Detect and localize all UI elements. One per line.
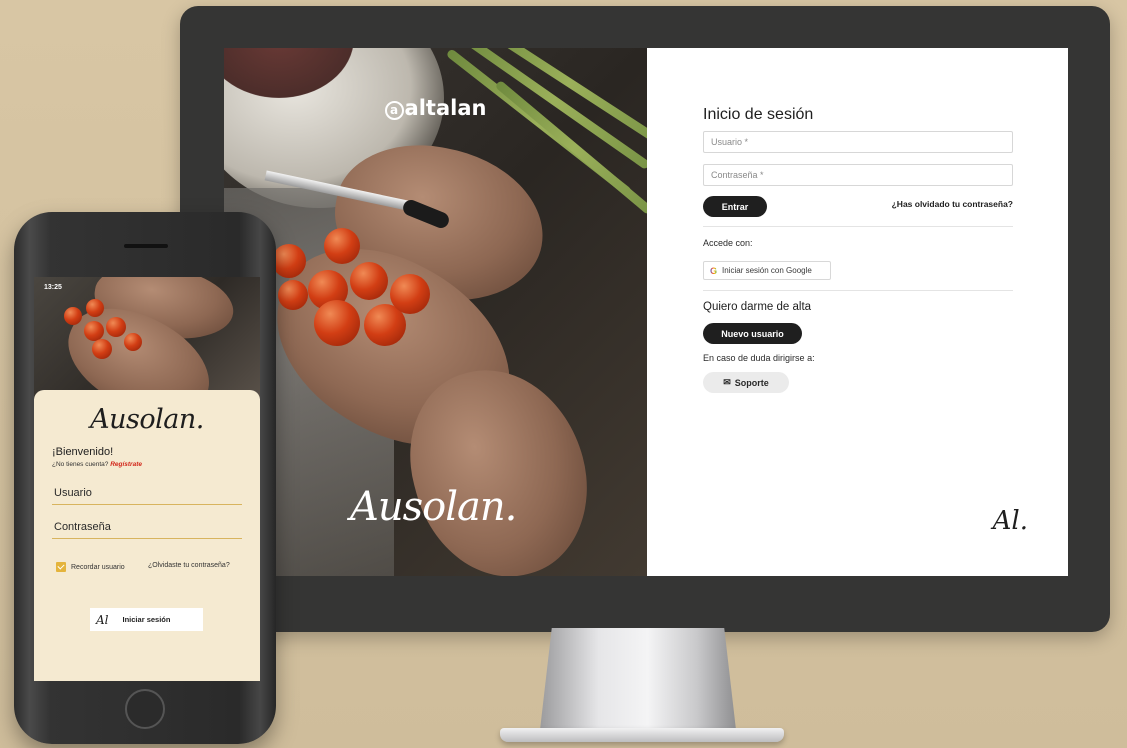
checkbox-icon[interactable] <box>56 562 66 572</box>
altalan-logo: a altalan <box>224 96 647 120</box>
remember-user-checkbox[interactable]: Recordar usuario <box>56 562 125 572</box>
support-hint-text: En caso de duda dirigirse a: <box>703 353 815 363</box>
password-field[interactable]: Contraseña <box>52 517 242 539</box>
phone-frame: 13:25 Ausolan. ¡Bienvenido! ¿No tienes c… <box>14 212 276 744</box>
username-field[interactable]: Usuario <box>52 483 242 505</box>
ausolan-logo: Ausolan. <box>350 484 517 530</box>
support-label: Soporte <box>734 377 769 388</box>
tomato-image <box>324 228 360 264</box>
phone-login-sheet: Ausolan. ¡Bienvenido! ¿No tienes cuenta?… <box>34 390 260 681</box>
monitor-stand <box>540 628 736 730</box>
status-time: 13:25 <box>44 284 62 291</box>
google-icon: G <box>710 265 718 276</box>
new-user-button[interactable]: Nuevo usuario <box>703 323 802 344</box>
monitor-stand-base <box>500 728 784 742</box>
password-input[interactable] <box>703 164 1013 186</box>
support-button[interactable]: ✉ Soporte <box>703 372 789 393</box>
ausolan-logo: Ausolan. <box>90 404 204 435</box>
login-title: Inicio de sesión <box>703 106 814 123</box>
no-account-text: ¿No tienes cuenta? Regístrate <box>52 461 142 468</box>
google-signin-label: Iniciar sesión con Google <box>722 266 812 275</box>
divider <box>703 290 1013 291</box>
monogram-icon: Al <box>96 612 109 627</box>
login-panel: Inicio de sesión Entrar ¿Has olvidado tu… <box>647 48 1068 576</box>
monogram-logo: Al. <box>992 506 1028 536</box>
mail-icon: ✉ <box>723 377 731 387</box>
phone-hero-photo: 13:25 <box>34 277 260 399</box>
divider <box>703 226 1013 227</box>
username-input[interactable] <box>703 131 1013 153</box>
login-button[interactable]: Al Iniciar sesión <box>90 608 203 631</box>
register-link[interactable]: Regístrate <box>110 461 142 468</box>
welcome-heading: ¡Bienvenido! <box>52 446 114 458</box>
forgot-password-link[interactable]: ¿Olvidaste tu contraseña? <box>148 562 230 569</box>
desktop-screen: aaltalan Ausolan. Inicio de sesión Entra… <box>224 48 1068 576</box>
at-icon: a <box>384 101 404 120</box>
enter-button[interactable]: Entrar <box>703 196 767 217</box>
remember-user-label: Recordar usuario <box>71 563 125 571</box>
signup-title: Quiero darme de alta <box>703 301 812 313</box>
login-button-label: Iniciar sesión <box>122 615 171 624</box>
hero-photo: a altalan Ausolan. <box>224 48 647 576</box>
google-signin-button[interactable]: G Iniciar sesión con Google <box>703 261 831 280</box>
forgot-password-link[interactable]: ¿Has olvidado tu contraseña? <box>892 199 1013 209</box>
home-button[interactable] <box>125 689 165 729</box>
phone-speaker <box>124 244 168 248</box>
phone-screen: 13:25 Ausolan. ¡Bienvenido! ¿No tienes c… <box>34 277 260 681</box>
access-with-label: Accede con: <box>703 238 753 248</box>
